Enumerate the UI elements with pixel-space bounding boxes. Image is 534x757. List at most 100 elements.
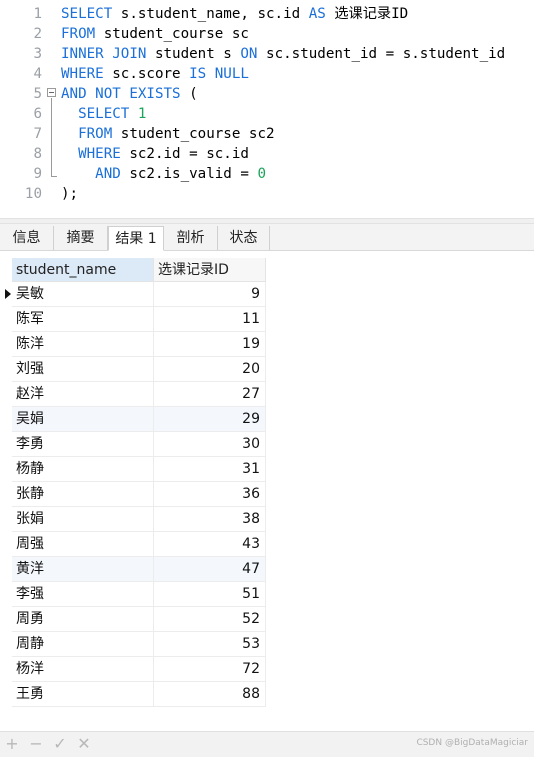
- apply-changes-button[interactable]: ✓: [51, 735, 69, 753]
- row-indicator: [4, 557, 12, 582]
- cell-student-name[interactable]: 吴娟: [12, 407, 154, 432]
- code-line[interactable]: 9 AND sc2.is_valid = 0: [0, 164, 534, 184]
- sql-keyword: FROM: [78, 126, 113, 142]
- code-text: SELECT 1: [61, 104, 146, 124]
- cell-record-id[interactable]: 38: [154, 507, 266, 532]
- table-row[interactable]: 杨洋 72: [0, 657, 534, 682]
- cell-record-id[interactable]: 20: [154, 357, 266, 382]
- row-indicator: [4, 682, 12, 707]
- add-row-button[interactable]: +: [3, 735, 21, 753]
- cell-record-id[interactable]: 9: [154, 282, 266, 307]
- row-indicator: [4, 657, 12, 682]
- cell-record-id[interactable]: 29: [154, 407, 266, 432]
- table-row[interactable]: 周静 53: [0, 632, 534, 657]
- code-line[interactable]: 5 AND NOT EXISTS (: [0, 84, 534, 104]
- code-line[interactable]: 8 WHERE sc2.id = sc.id: [0, 144, 534, 164]
- cell-record-id[interactable]: 27: [154, 382, 266, 407]
- tab-2[interactable]: 结果 1: [108, 226, 164, 251]
- tab-1[interactable]: 摘要: [54, 226, 108, 250]
- column-header-record-id[interactable]: 选课记录ID: [154, 258, 266, 282]
- sql-keyword: FROM: [61, 26, 96, 42]
- table-row[interactable]: 王勇 88: [0, 682, 534, 707]
- cell-student-name[interactable]: 李勇: [12, 432, 154, 457]
- cell-student-name[interactable]: 刘强: [12, 357, 154, 382]
- table-row[interactable]: 吴娟 29: [0, 407, 534, 432]
- cell-student-name[interactable]: 周强: [12, 532, 154, 557]
- table-row[interactable]: 李勇 30: [0, 432, 534, 457]
- table-row[interactable]: 陈洋 19: [0, 332, 534, 357]
- table-row[interactable]: 周勇 52: [0, 607, 534, 632]
- cell-student-name[interactable]: 陈洋: [12, 332, 154, 357]
- discard-changes-button[interactable]: ✕: [75, 735, 93, 753]
- table-row[interactable]: 吴敏 9: [0, 282, 534, 307]
- code-text: AND sc2.is_valid = 0: [61, 164, 266, 184]
- cell-student-name[interactable]: 陈军: [12, 307, 154, 332]
- code-line[interactable]: 3 INNER JOIN student s ON sc.student_id =…: [0, 44, 534, 64]
- code-text: SELECT s.student_name, sc.id AS 选课记录ID: [61, 4, 408, 24]
- table-row[interactable]: 黄洋 47: [0, 557, 534, 582]
- cell-student-name[interactable]: 杨洋: [12, 657, 154, 682]
- cell-record-id[interactable]: 52: [154, 607, 266, 632]
- sql-keyword: AND NOT EXISTS: [61, 86, 181, 102]
- tab-3[interactable]: 剖析: [164, 226, 218, 250]
- cell-record-id[interactable]: 36: [154, 482, 266, 507]
- cell-student-name[interactable]: 张娟: [12, 507, 154, 532]
- cell-student-name[interactable]: 周勇: [12, 607, 154, 632]
- cell-record-id[interactable]: 31: [154, 457, 266, 482]
- column-header-student-name[interactable]: student_name: [12, 258, 154, 282]
- tab-4[interactable]: 状态: [218, 226, 270, 250]
- code-text: );: [61, 184, 78, 204]
- code-line[interactable]: 4 WHERE sc.score IS NULL: [0, 64, 534, 84]
- cell-record-id[interactable]: 30: [154, 432, 266, 457]
- cell-student-name[interactable]: 李强: [12, 582, 154, 607]
- code-text: AND NOT EXISTS (: [61, 84, 198, 104]
- code-line[interactable]: 7 FROM student_course sc2: [0, 124, 534, 144]
- sql-keyword: AS: [308, 6, 326, 22]
- code-line[interactable]: 10);: [0, 184, 534, 204]
- cell-record-id[interactable]: 47: [154, 557, 266, 582]
- row-indicator: [4, 532, 12, 557]
- delete-row-button[interactable]: −: [27, 735, 45, 753]
- table-row[interactable]: 李强 51: [0, 582, 534, 607]
- code-line[interactable]: 2 FROM student_course sc: [0, 24, 534, 44]
- row-indicator: [4, 457, 12, 482]
- cell-record-id[interactable]: 88: [154, 682, 266, 707]
- code-line[interactable]: 6 SELECT 1: [0, 104, 534, 124]
- cell-record-id[interactable]: 51: [154, 582, 266, 607]
- row-indicator: [4, 632, 12, 657]
- code-text: INNER JOIN student s ON sc.student_id = …: [61, 44, 505, 64]
- cell-student-name[interactable]: 王勇: [12, 682, 154, 707]
- code-text: WHERE sc2.id = sc.id: [61, 144, 249, 164]
- cell-student-name[interactable]: 赵洋: [12, 382, 154, 407]
- code-line[interactable]: 1 SELECT s.student_name, sc.id AS 选课记录ID: [0, 4, 534, 24]
- cell-student-name[interactable]: 吴敏: [12, 282, 154, 307]
- cell-record-id[interactable]: 19: [154, 332, 266, 357]
- table-row[interactable]: 赵洋 27: [0, 382, 534, 407]
- table-row[interactable]: 刘强 20: [0, 357, 534, 382]
- table-row[interactable]: 杨静 31: [0, 457, 534, 482]
- sql-token: sc2.id = sc.id: [120, 146, 249, 162]
- cell-record-id[interactable]: 72: [154, 657, 266, 682]
- row-indicator: [4, 507, 12, 532]
- cell-record-id[interactable]: 53: [154, 632, 266, 657]
- sql-token: );: [61, 186, 79, 202]
- fold-toggle-icon[interactable]: [47, 88, 56, 97]
- cell-record-id[interactable]: 11: [154, 307, 266, 332]
- cell-student-name[interactable]: 周静: [12, 632, 154, 657]
- cell-student-name[interactable]: 黄洋: [12, 557, 154, 582]
- table-row[interactable]: 陈军 11: [0, 307, 534, 332]
- current-row-arrow-icon: [4, 282, 12, 307]
- cell-student-name[interactable]: 张静: [12, 482, 154, 507]
- sql-editor[interactable]: 1 SELECT s.student_name, sc.id AS 选课记录ID 2…: [0, 0, 534, 218]
- cell-student-name[interactable]: 杨静: [12, 457, 154, 482]
- sql-number: 1: [137, 106, 147, 122]
- fold-guide-line: [51, 98, 52, 176]
- table-row[interactable]: 周强 43: [0, 532, 534, 557]
- table-row[interactable]: 张静 36: [0, 482, 534, 507]
- sql-token: sc.score: [103, 66, 190, 82]
- tab-0[interactable]: 信息: [0, 226, 54, 250]
- table-row[interactable]: 张娟 38: [0, 507, 534, 532]
- sql-token: student_course sc: [95, 26, 249, 42]
- cell-record-id[interactable]: 43: [154, 532, 266, 557]
